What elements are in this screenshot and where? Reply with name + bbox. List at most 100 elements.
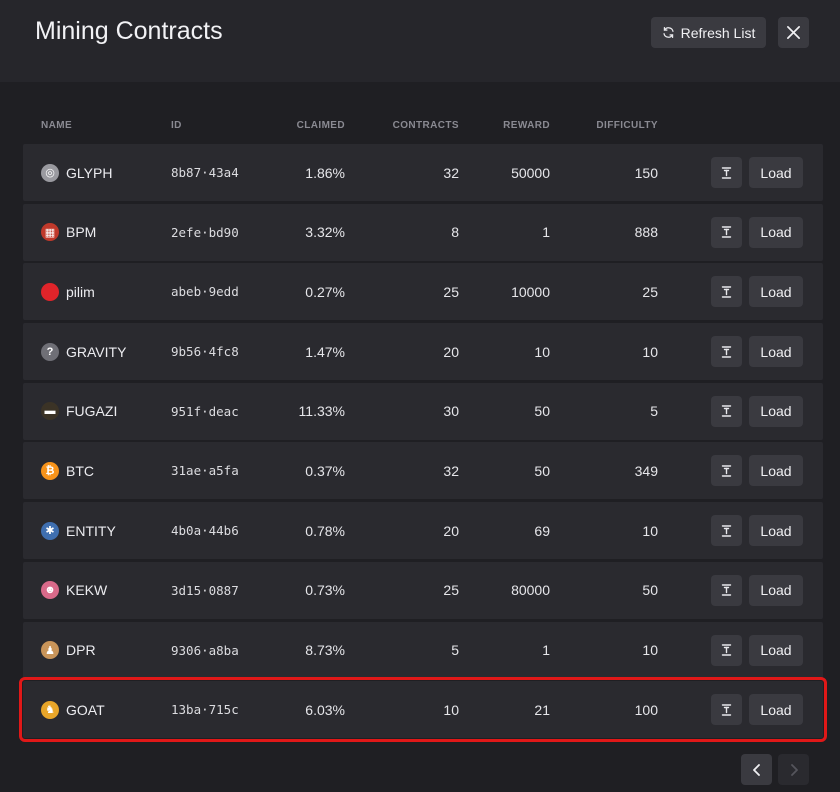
contracts-value: 5	[451, 642, 459, 658]
reward-value: 21	[534, 701, 550, 718]
details-button[interactable]	[711, 216, 742, 248]
previous-page-button[interactable]	[741, 754, 772, 785]
difficulty-value: 10	[642, 522, 658, 539]
question-icon: ?	[41, 342, 59, 361]
table-row: ? GRAVITY 9b56·4fc8 1.47% 20 10 10 Load	[23, 323, 823, 381]
text-cursor-icon	[721, 345, 732, 358]
contracts-value: 20	[443, 522, 459, 539]
token-name: DPR	[66, 642, 96, 658]
contract-id: 13ba·715c	[171, 702, 239, 718]
contract-id: abeb·9edd	[171, 284, 239, 300]
table-row: ♞ GOAT 13ba·715c 6.03% 10 21 100 Load	[19, 677, 827, 743]
reward-value: 50000	[511, 164, 550, 181]
close-button[interactable]	[778, 17, 809, 48]
contracts-value: 32	[443, 164, 459, 181]
token-icon-cell: ?	[41, 323, 59, 380]
token-name: KEKW	[66, 582, 108, 599]
token-icon-cell: ▦	[41, 204, 59, 261]
table-row: ◎ GLYPH 8b87·43a4 1.86% 32 50000 150 Loa…	[23, 144, 823, 201]
reward-value: 50	[534, 403, 550, 420]
column-header-claimed: CLAIMED	[296, 120, 345, 131]
entity-icon: ✱	[41, 521, 59, 540]
claimed-value: 0.27%	[305, 283, 345, 300]
claimed-value: 1.47%	[305, 343, 345, 360]
table-row: pilim abeb·9edd 0.27% 25 10000 25 Load	[23, 263, 823, 321]
difficulty-value: 10	[642, 343, 658, 360]
reward-value: 1	[542, 642, 550, 658]
glyph-icon: ◎	[41, 163, 59, 182]
token-icon-cell: ☻	[41, 562, 59, 619]
contract-id: 31ae·a5fa	[171, 463, 239, 479]
details-button[interactable]	[711, 515, 742, 547]
contracts-table: ◎ GLYPH 8b87·43a4 1.86% 32 50000 150 Loa…	[19, 144, 827, 743]
contracts-value: 8	[451, 224, 459, 241]
table-row: ✱ ENTITY 4b0a·44b6 0.78% 20 69 10 Load	[23, 502, 823, 560]
load-button[interactable]: Load	[749, 694, 803, 726]
claimed-value: 1.86%	[305, 164, 345, 181]
column-header-id: ID	[171, 120, 182, 131]
token-name: BPM	[66, 224, 97, 241]
details-button[interactable]	[711, 574, 742, 606]
token-icon-cell: ♟	[41, 622, 59, 679]
bitcoin-icon: ₿	[41, 461, 59, 480]
table-row: ₿ BTC 31ae·a5fa 0.37% 32 50 349 Load	[23, 442, 823, 500]
close-icon	[787, 26, 800, 39]
refresh-icon	[663, 26, 674, 39]
load-button[interactable]: Load	[749, 574, 803, 606]
contract-id: 951f·deac	[171, 403, 239, 419]
contract-id: 9306·a8ba	[171, 642, 239, 658]
contracts-value: 30	[443, 403, 459, 420]
token-name: GOAT	[66, 701, 105, 718]
load-button[interactable]: Load	[749, 336, 803, 368]
token-name: BTC	[66, 462, 94, 479]
contracts-value: 25	[443, 582, 459, 599]
reward-value: 69	[534, 522, 550, 539]
refresh-list-button[interactable]: Refresh List	[651, 17, 766, 48]
difficulty-value: 50	[642, 582, 658, 599]
contract-id: 3d15·0887	[171, 582, 239, 598]
reward-value: 1	[542, 224, 550, 241]
column-header-name: NAME	[41, 120, 73, 131]
column-header-contracts: CONTRACTS	[392, 120, 459, 131]
load-button[interactable]: Load	[749, 515, 803, 547]
load-button[interactable]: Load	[749, 276, 803, 308]
claimed-value: 0.78%	[305, 522, 345, 539]
token-name: GRAVITY	[66, 343, 127, 360]
token-icon-cell	[41, 263, 59, 320]
load-button[interactable]: Load	[749, 395, 803, 427]
details-button[interactable]	[711, 336, 742, 368]
column-header-reward: REWARD	[503, 120, 550, 131]
details-button[interactable]	[711, 395, 742, 427]
reward-value: 10	[534, 343, 550, 360]
next-page-button[interactable]	[778, 754, 809, 785]
load-button[interactable]: Load	[749, 634, 803, 666]
reward-value: 10000	[511, 283, 550, 300]
text-cursor-icon	[721, 644, 732, 656]
table-row: ☻ KEKW 3d15·0887 0.73% 25 80000 50 Load	[23, 561, 823, 619]
token-name: FUGAZI	[66, 403, 118, 420]
token-name: ENTITY	[66, 522, 116, 539]
load-button[interactable]: Load	[749, 157, 803, 188]
difficulty-value: 25	[642, 283, 658, 300]
token-name: GLYPH	[66, 164, 113, 181]
text-cursor-icon	[721, 703, 732, 716]
claimed-value: 6.03%	[305, 701, 345, 718]
load-button[interactable]: Load	[749, 216, 803, 248]
token-icon-cell: ◎	[41, 144, 59, 201]
table-header: NAME ID CLAIMED CONTRACTS REWARD DIFFICU…	[23, 118, 823, 134]
column-header-difficulty: DIFFICULTY	[596, 120, 658, 131]
details-button[interactable]	[711, 276, 742, 308]
details-button[interactable]	[711, 634, 742, 666]
difficulty-value: 5	[650, 403, 658, 420]
difficulty-value: 10	[642, 642, 658, 658]
difficulty-value: 349	[634, 462, 658, 479]
load-button[interactable]: Load	[749, 455, 803, 487]
difficulty-value: 888	[634, 224, 658, 241]
details-button[interactable]	[711, 157, 742, 188]
details-button[interactable]	[711, 694, 742, 726]
kekw-icon: ☻	[41, 581, 59, 600]
contracts-value: 32	[443, 462, 459, 479]
details-button[interactable]	[711, 455, 742, 487]
token-icon-cell: ₿	[41, 442, 59, 499]
text-cursor-icon	[721, 286, 732, 298]
